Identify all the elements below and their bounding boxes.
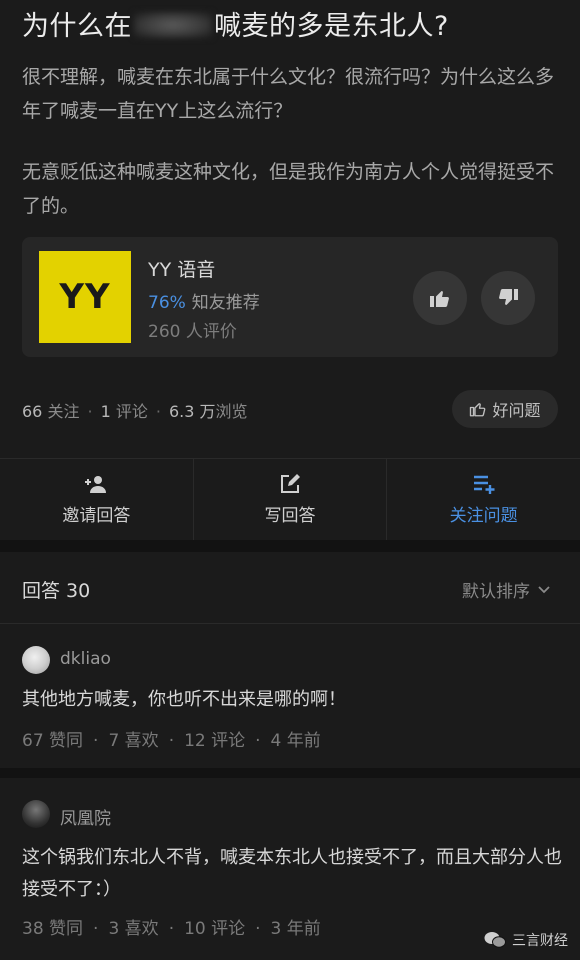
question-stats: 66 关注 · 1 评论 · 6.3 万浏览 (22, 402, 248, 421)
add-person-icon (85, 476, 107, 493)
good-question-button[interactable]: 好问题 (452, 390, 558, 428)
write-answer-button[interactable]: 写回答 (194, 459, 388, 540)
author-name[interactable]: 凤凰院 (60, 804, 111, 829)
action-bar: 邀请回答 写回答 关注问题 (0, 458, 580, 540)
answer-divider (0, 768, 580, 778)
thumbs-down-button[interactable] (481, 271, 535, 325)
chevron-down-icon (538, 585, 550, 593)
thumbs-up-icon (430, 291, 449, 307)
answer-text: 其他地方喊麦，你也听不出来是哪的啊！ (22, 689, 346, 710)
answer-meta: 38 赞同 · 3 喜欢 · 10 评论 · 3 年前 (22, 919, 321, 939)
answers-count: 回答 30 (22, 580, 91, 602)
list-add-icon (473, 475, 495, 494)
wechat-icon (484, 932, 506, 948)
question-description-1: 很不理解，喊麦在东北属于什么文化？很流行吗？为什么这么多年了喊麦一直在YY上这么… (22, 66, 555, 122)
answer-item[interactable]: dkliao 其他地方喊麦，你也听不出来是哪的啊！ 67 赞同 · 7 喜欢 · 12 … (0, 626, 580, 766)
answer-favs: 3 喜欢 (108, 919, 159, 939)
comment-label[interactable]: 评论 (116, 402, 148, 421)
answer-likes: 67 赞同 (22, 731, 84, 751)
follow-question-label: 关注问题 (449, 506, 518, 526)
answer-text: 这个锅我们东北人不背，喊麦本东北人也接受不了，而且大部分人也接受不了：） (22, 847, 562, 900)
answer-time: 3 年前 (270, 919, 321, 939)
answer-favs: 7 喜欢 (108, 731, 159, 751)
answers-section: 回答 30 默认排序 dkliao 其他地方喊麦，你也听不出来是哪的啊！ 67 … (0, 552, 580, 960)
review-count: 260 人评价 (148, 322, 237, 342)
comment-count[interactable]: 1 (101, 402, 111, 421)
redacted-blur (134, 12, 212, 38)
answer-meta: 67 赞同 · 7 喜欢 · 12 评论 · 4 年前 (22, 731, 321, 751)
write-answer-label: 写回答 (264, 506, 316, 526)
yy-logo: YY (39, 251, 131, 343)
thumbs-up-button[interactable] (413, 271, 467, 325)
avatar[interactable] (22, 800, 50, 828)
invite-answer-button[interactable]: 邀请回答 (0, 459, 194, 540)
follow-label: 关注 (47, 402, 80, 421)
question-panel: 为什么在 喊麦的多是东北人? 很不理解，喊麦在东北属于什么文化？很流行吗？为什么这… (0, 0, 580, 540)
app-card[interactable]: YY YY 语音 76% 知友推荐 260 人评价 (22, 237, 558, 357)
question-title[interactable]: 为什么在 喊麦的多是东北人? (22, 4, 449, 43)
invite-answer-label: 邀请回答 (62, 506, 131, 526)
answer-time: 4 年前 (270, 731, 321, 751)
answers-header: 回答 30 默认排序 (0, 552, 580, 624)
recommend-label: 知友推荐 (191, 293, 260, 313)
avatar[interactable] (22, 646, 50, 674)
app-recommend: 76% 知友推荐 (148, 288, 260, 313)
question-title-end: 喊麦的多是东北人? (214, 11, 449, 42)
follow-question-button[interactable]: 关注问题 (387, 459, 580, 540)
edit-icon (281, 474, 300, 493)
good-question-label: 好问题 (492, 401, 541, 420)
watermark: 三言财经 (484, 930, 568, 950)
views-count: 6.3 万 (168, 402, 216, 421)
app-name: YY 语音 (148, 259, 216, 281)
watermark-text: 三言财经 (512, 933, 568, 949)
recommend-percent: 76% (148, 293, 186, 313)
thumbs-down-icon (499, 289, 518, 305)
question-title-start: 为什么在 (22, 11, 132, 42)
answer-comments: 10 评论 (184, 919, 246, 939)
sort-label: 默认排序 (462, 582, 530, 602)
answer-comments: 12 评论 (184, 731, 246, 751)
thumbs-up-outline-icon (470, 403, 486, 417)
sort-dropdown[interactable]: 默认排序 (462, 577, 550, 602)
answer-likes: 38 赞同 (22, 919, 84, 939)
author-name[interactable]: dkliao (60, 649, 111, 669)
question-description-2: 无意贬低这种喊麦这种文化，但是我作为南方人个人觉得挺受不了的。 (22, 161, 555, 217)
follow-count: 66 (22, 402, 43, 421)
views-label: 浏览 (215, 402, 248, 421)
